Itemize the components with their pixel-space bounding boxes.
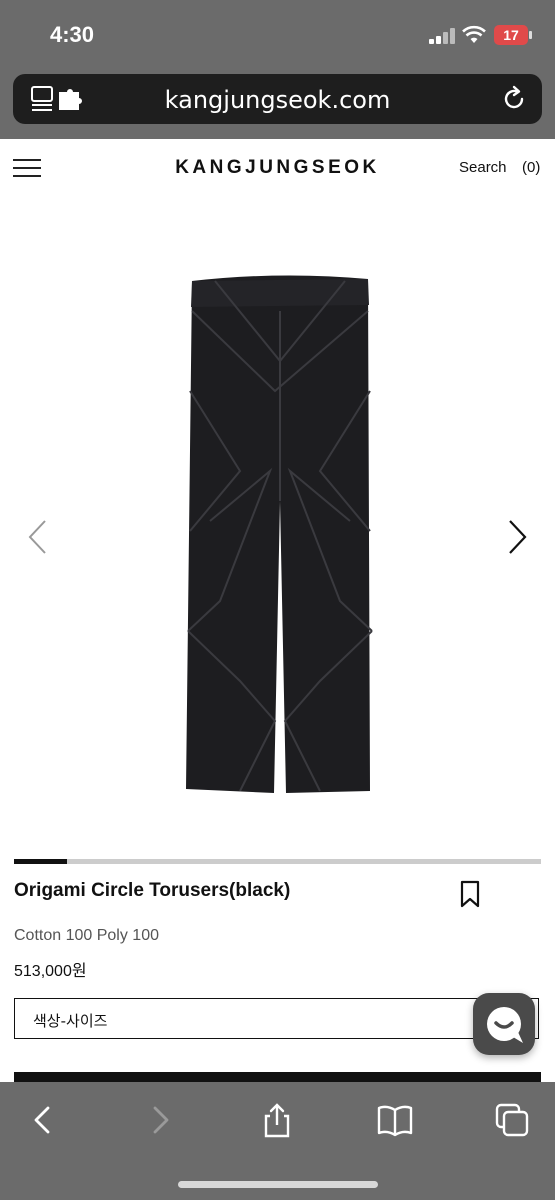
home-indicator — [178, 1181, 378, 1188]
wifi-icon — [462, 25, 486, 43]
browser-chrome: 4:30 17 kangjungseok.com — [0, 0, 555, 139]
gallery-progress-bar — [14, 859, 541, 864]
tabs-icon[interactable] — [494, 1102, 530, 1138]
battery-indicator: 17 — [494, 25, 528, 45]
back-icon[interactable] — [24, 1102, 60, 1138]
reload-icon[interactable] — [500, 85, 528, 113]
option-select[interactable]: 색상-사이즈 — [14, 998, 539, 1039]
site-header: KANGJUNGSEOK Search (0) — [0, 139, 555, 199]
bookmarks-icon[interactable] — [377, 1102, 413, 1138]
product-material: Cotton 100 Poly 100 — [14, 927, 159, 944]
bookmark-icon[interactable] — [459, 880, 481, 908]
status-time: 4:30 — [50, 22, 95, 47]
url-bar[interactable]: kangjungseok.com — [13, 74, 542, 124]
chevron-left-icon[interactable] — [25, 517, 49, 557]
chat-bubble-icon — [487, 1007, 523, 1043]
cart-link[interactable]: (0) — [522, 159, 540, 176]
product-price: 513,000원 — [14, 963, 87, 980]
chevron-right-icon[interactable] — [506, 517, 530, 557]
url-text[interactable]: kangjungseok.com — [13, 86, 542, 114]
product-image — [186, 275, 373, 793]
product-name: Origami Circle Torusers(black) — [14, 880, 291, 901]
option-select-label: 색상-사이즈 — [33, 1012, 108, 1030]
product-gallery[interactable] — [0, 199, 555, 854]
share-icon[interactable] — [259, 1102, 295, 1138]
gallery-progress-fill — [14, 859, 67, 864]
search-link[interactable]: Search — [459, 159, 507, 176]
battery-tip — [529, 31, 532, 39]
chat-button[interactable] — [473, 993, 535, 1055]
cellular-signal-icon — [429, 28, 455, 44]
forward-icon[interactable] — [143, 1102, 179, 1138]
